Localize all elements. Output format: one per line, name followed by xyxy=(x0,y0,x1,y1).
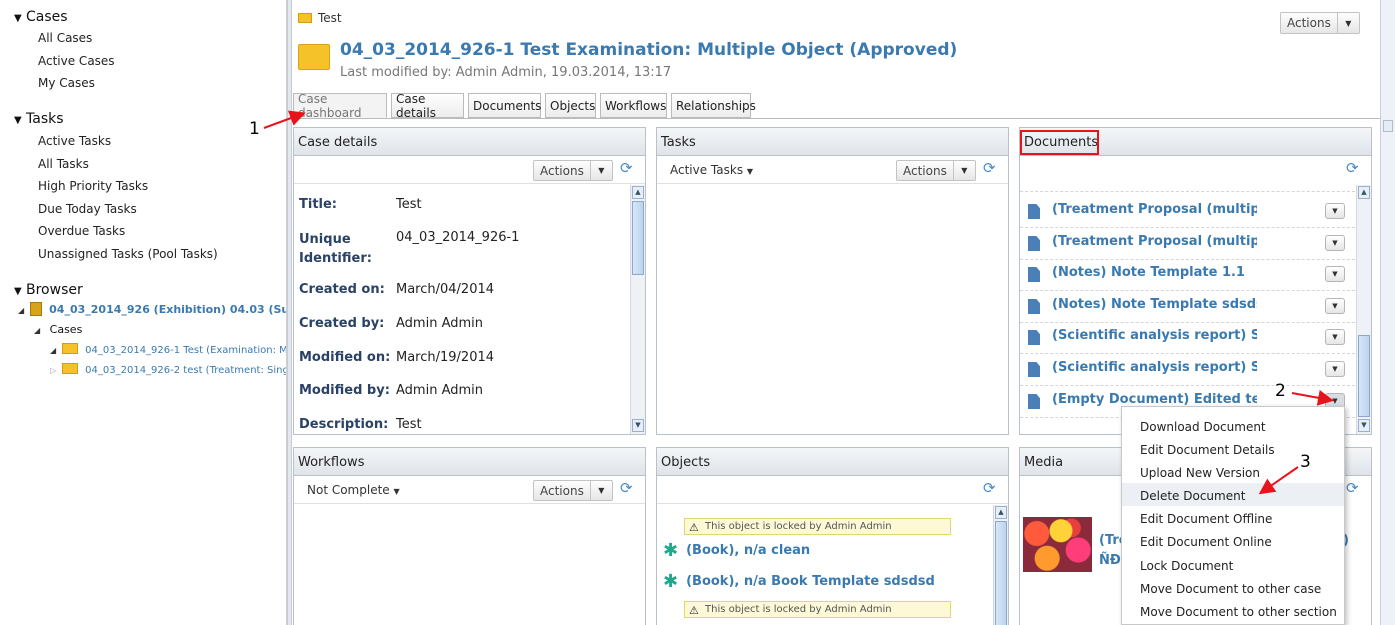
arrow-to-document-menu xyxy=(1291,389,1334,406)
arrow-to-delete-document xyxy=(1258,466,1299,495)
arrow-to-case-dashboard xyxy=(263,110,306,129)
annotation-arrows xyxy=(263,110,1334,495)
